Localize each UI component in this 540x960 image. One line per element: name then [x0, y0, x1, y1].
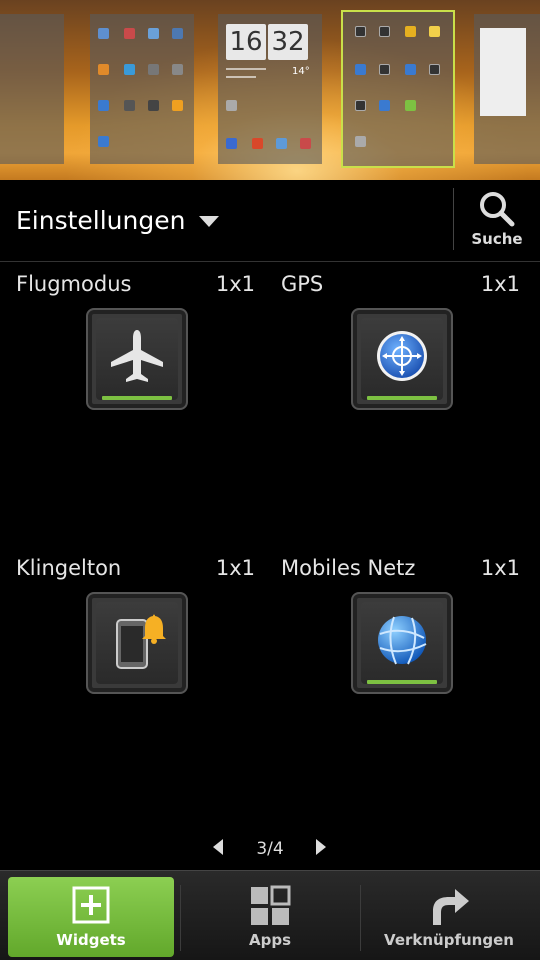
widget-category-header: Einstellungen Suche — [0, 180, 540, 262]
status-bar-on — [367, 396, 437, 400]
app-icon — [124, 28, 135, 39]
homescreen-panel-5[interactable] — [474, 14, 540, 164]
app-icon — [124, 64, 135, 75]
widget-item-flugmodus[interactable]: Flugmodus 1x1 — [0, 262, 265, 542]
widget-name: Mobiles Netz — [281, 556, 416, 580]
app-icon — [300, 138, 311, 149]
app-icon — [148, 100, 159, 111]
add-widget-icon — [72, 886, 110, 924]
next-page-icon[interactable] — [316, 839, 326, 855]
clock-hours: 16 — [226, 24, 266, 60]
clock-minutes: 32 — [268, 24, 308, 60]
tab-widgets[interactable]: Widgets — [8, 877, 174, 957]
apps-grid-icon — [251, 885, 291, 925]
shortcut-arrow-icon — [433, 889, 469, 925]
widget-icon — [405, 26, 416, 37]
widget-icon — [405, 64, 416, 75]
widget-name: GPS — [281, 272, 324, 296]
ringtone-phone-bell-icon — [116, 614, 166, 669]
app-icon — [226, 100, 237, 111]
divider — [360, 885, 361, 951]
tab-label: Verknüpfungen — [384, 931, 514, 949]
temperature: 14° — [292, 66, 310, 77]
page-number: 3/4 — [256, 839, 284, 859]
mobile-network-globe-icon — [378, 616, 427, 665]
weather-line — [226, 76, 256, 78]
homescreen-panel-4-selected[interactable] — [341, 10, 455, 168]
search-button[interactable]: Suche — [462, 190, 532, 256]
app-icon — [98, 136, 109, 147]
bottom-tab-bar: Widgets Apps Verknüpfungen — [0, 870, 540, 960]
widget-size: 1x1 — [480, 272, 520, 296]
widget-size: 1x1 — [480, 556, 520, 580]
widget-name: Flugmodus — [16, 272, 132, 296]
widget-icon — [429, 64, 440, 75]
divider — [453, 188, 454, 250]
tab-label: Apps — [248, 931, 291, 949]
widget-icon — [379, 64, 390, 75]
widget-icon — [379, 100, 390, 111]
widget-preview-tile[interactable] — [351, 592, 453, 694]
widget-icon — [355, 100, 366, 111]
app-icon — [252, 138, 263, 149]
tab-shortcuts[interactable]: Verknüpfungen — [366, 877, 532, 957]
widget-icon — [355, 64, 366, 75]
airplane-icon — [111, 330, 163, 382]
homescreen-panel-2[interactable] — [90, 14, 194, 164]
search-label: Suche — [471, 230, 523, 248]
widget-preview-tile[interactable] — [86, 308, 188, 410]
app-icon — [172, 64, 183, 75]
category-label: Einstellungen — [16, 206, 186, 235]
previous-page-icon[interactable] — [213, 839, 223, 855]
homescreen-panel-3[interactable]: 16 32 14° — [218, 14, 322, 164]
widget-item-mobiles-netz[interactable]: Mobiles Netz 1x1 — [265, 546, 530, 826]
widget-icon — [355, 26, 366, 37]
app-icon — [124, 100, 135, 111]
calendar-widget — [480, 28, 526, 116]
page-indicator: 3/4 — [0, 834, 540, 864]
status-bar-on — [102, 396, 172, 400]
app-icon — [98, 64, 109, 75]
app-icon — [98, 28, 109, 39]
widget-size: 1x1 — [215, 272, 255, 296]
widget-icon — [355, 136, 366, 147]
homescreen-preview-strip: 16 32 14° — [0, 0, 540, 180]
app-icon — [172, 100, 183, 111]
search-icon — [480, 192, 515, 227]
widget-item-klingelton[interactable]: Klingelton 1x1 — [0, 546, 265, 826]
widget-icon — [379, 26, 390, 37]
app-icon — [148, 64, 159, 75]
category-dropdown[interactable]: Einstellungen — [16, 206, 220, 235]
weather-line — [226, 68, 266, 70]
app-icon — [148, 28, 159, 39]
widget-item-gps[interactable]: GPS 1x1 — [265, 262, 530, 542]
app-icon — [226, 138, 237, 149]
widget-preview-tile[interactable] — [86, 592, 188, 694]
widget-icon — [405, 100, 416, 111]
app-icon — [98, 100, 109, 111]
widget-preview-tile[interactable] — [351, 308, 453, 410]
dropdown-arrow-icon — [199, 216, 220, 227]
homescreen-panel-1[interactable] — [0, 14, 64, 164]
gps-globe-icon — [377, 331, 427, 381]
status-bar-on — [367, 680, 437, 684]
widget-size: 1x1 — [215, 556, 255, 580]
app-icon — [172, 28, 183, 39]
divider — [180, 885, 181, 951]
app-icon — [276, 138, 287, 149]
tab-apps[interactable]: Apps — [187, 877, 353, 957]
widget-name: Klingelton — [16, 556, 122, 580]
tab-label: Widgets — [56, 931, 126, 949]
widget-icon — [429, 26, 440, 37]
